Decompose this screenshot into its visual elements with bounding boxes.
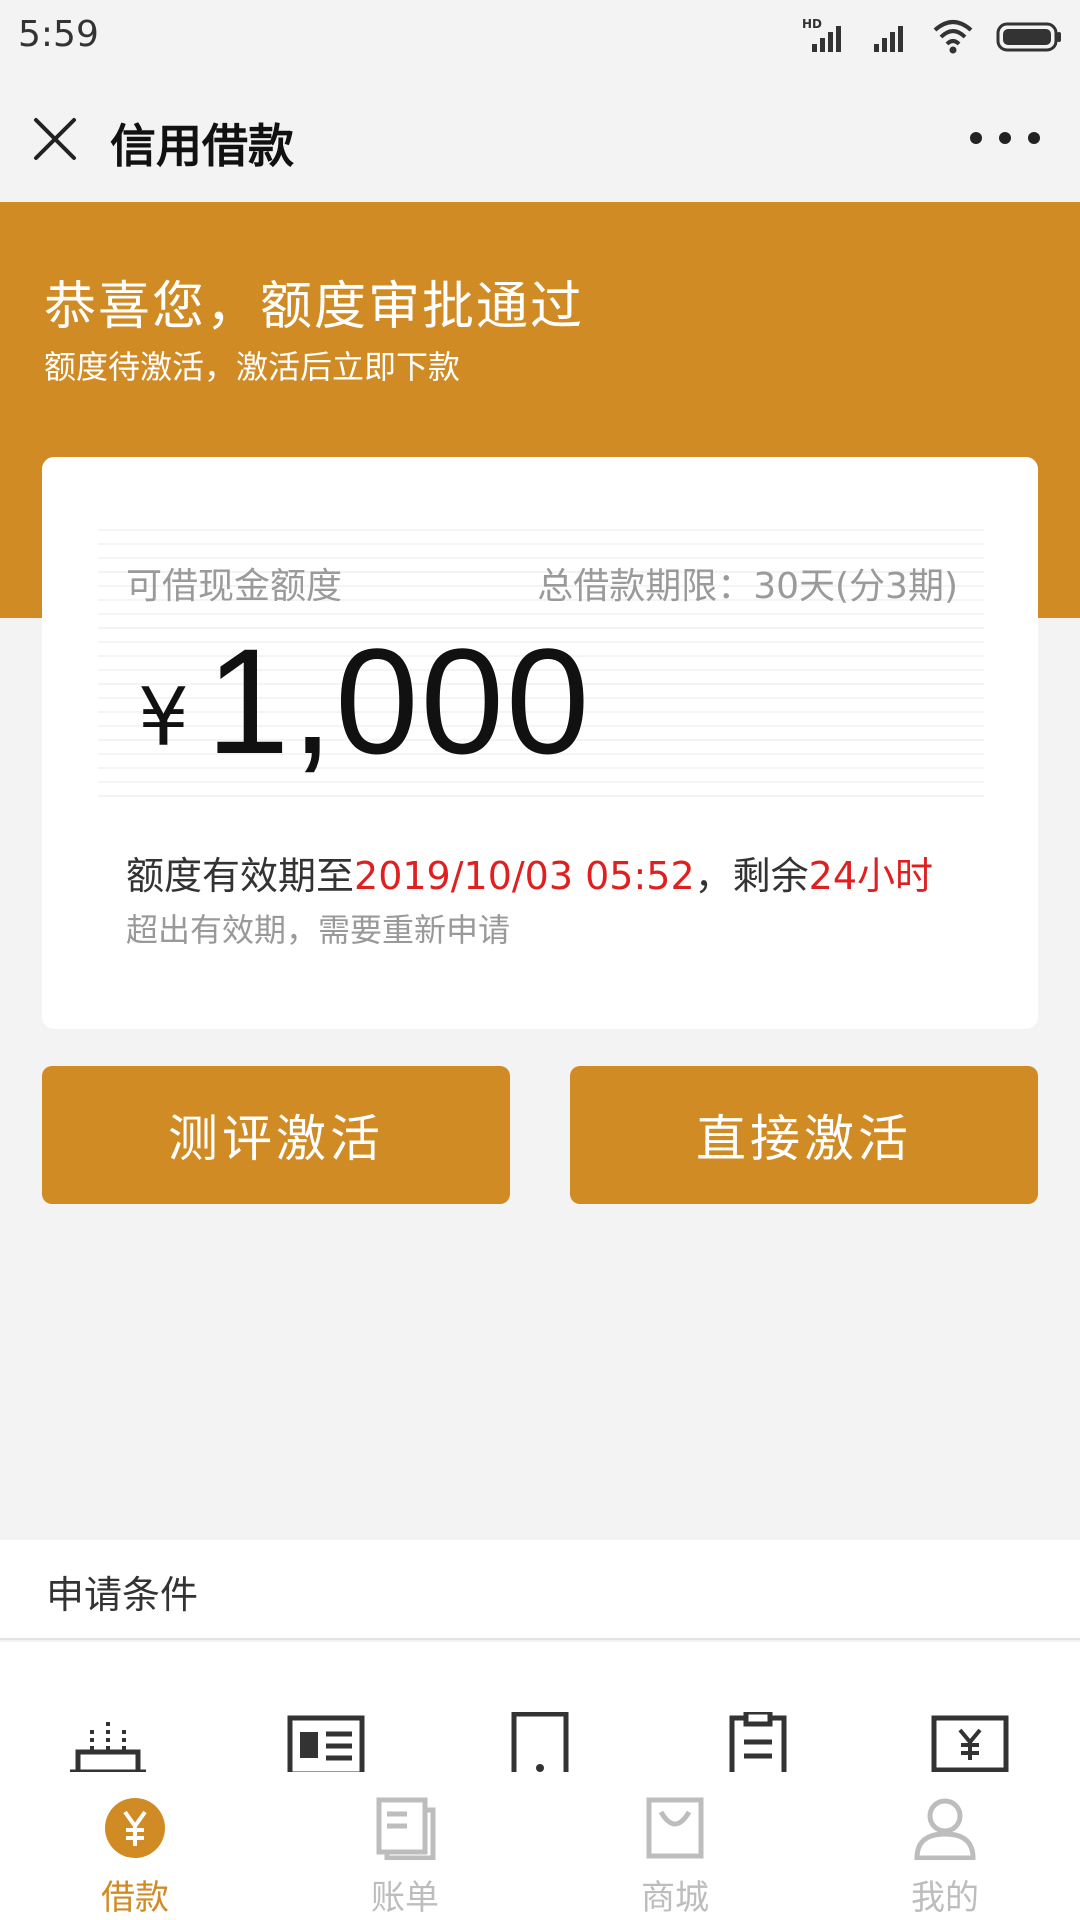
validity-text: 额度有效期至2019/10/03 05:52，剩余24小时 <box>126 845 933 900</box>
tab-label: 我的 <box>911 1878 979 1918</box>
credit-limit-card: 可借现金额度 总借款期限：30天(分3期) ¥ 1,000 额度有效期至2019… <box>42 457 1038 1029</box>
more-dot-icon <box>970 132 982 144</box>
currency-symbol: ¥ <box>138 671 189 764</box>
tab-bill[interactable]: 账单 <box>340 1796 470 1918</box>
tab-loan[interactable]: 借款 <box>70 1796 200 1918</box>
bill-icon <box>376 1797 436 1861</box>
application-conditions-section[interactable]: 申请条件 <box>0 1540 1080 1640</box>
more-menu-button[interactable] <box>970 132 1040 146</box>
wifi-icon <box>933 20 973 54</box>
validity-hint: 超出有效期，需要重新申请 <box>126 911 511 949</box>
yen-circle-icon <box>105 1798 165 1858</box>
amount-label: 可借现金额度 <box>126 566 343 607</box>
evaluate-activate-button[interactable]: 测评激活 <box>42 1066 510 1204</box>
close-icon[interactable] <box>30 114 80 164</box>
network-label: HD <box>802 17 822 31</box>
credit-amount: 1,000 <box>206 617 592 785</box>
tab-mine[interactable]: 我的 <box>880 1796 1010 1918</box>
validity-date: 2019/10/03 05:52 <box>354 854 695 898</box>
battery-icon <box>996 22 1061 52</box>
tab-mall[interactable]: 商城 <box>610 1796 740 1918</box>
validity-prefix: 额度有效期至 <box>126 854 355 898</box>
more-dot-icon <box>999 132 1011 144</box>
conditions-icon-row <box>0 1642 1080 1782</box>
nav-bar: 信用借款 <box>0 76 1080 202</box>
hd-signal-icon: HD <box>802 17 841 52</box>
validity-mid: ，剩余 <box>694 854 809 898</box>
more-dot-icon <box>1028 132 1040 144</box>
status-time: 5:59 <box>18 14 99 55</box>
signal-icon <box>874 26 903 52</box>
tab-label: 账单 <box>371 1878 439 1918</box>
status-bar: 5:59 HD <box>0 0 1080 76</box>
bottom-tab-bar: 借款 账单 商城 我的 <box>0 1772 1080 1920</box>
page-title: 信用借款 <box>110 119 294 173</box>
approval-headline: 恭喜您，额度审批通过 <box>44 277 585 337</box>
approval-subline: 额度待激活，激活后立即下款 <box>44 348 461 386</box>
validity-remaining: 24小时 <box>808 854 933 898</box>
tab-label: 商城 <box>641 1878 709 1918</box>
status-icons: HD <box>802 14 1062 58</box>
tab-label: 借款 <box>101 1878 169 1918</box>
conditions-title: 申请条件 <box>46 1573 199 1617</box>
term-label: 总借款期限：30天(分3期) <box>537 566 958 607</box>
bag-icon <box>646 1797 704 1859</box>
direct-activate-button[interactable]: 直接激活 <box>570 1066 1038 1204</box>
user-icon <box>914 1798 976 1861</box>
